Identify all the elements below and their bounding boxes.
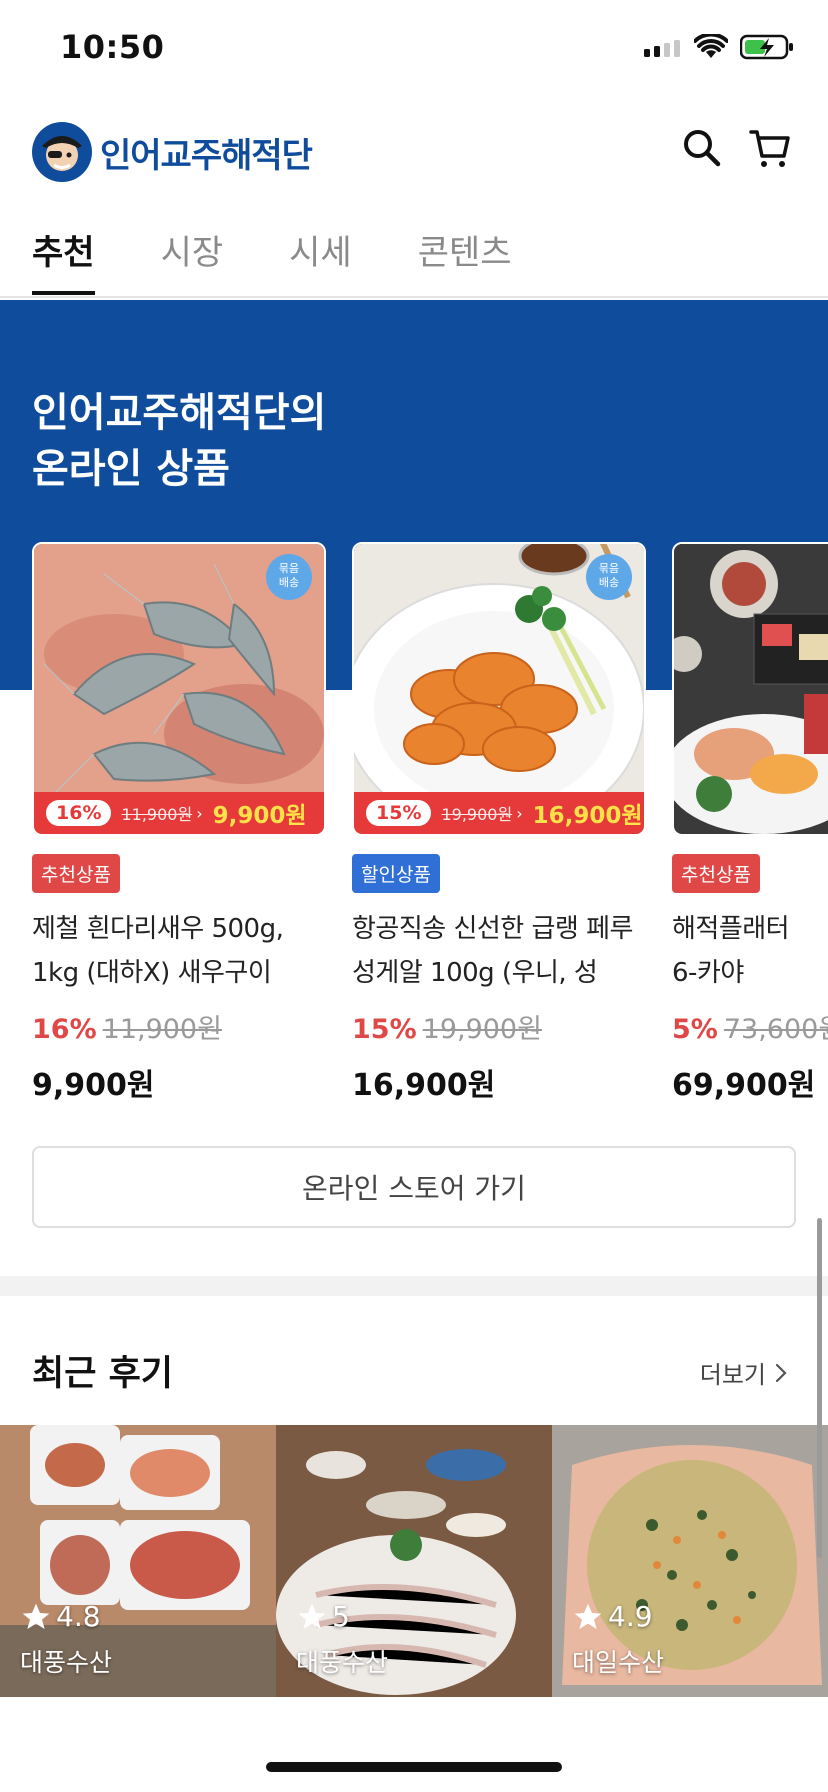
pirate-mascot-icon bbox=[32, 122, 92, 182]
product-tag: 추천상품 bbox=[672, 854, 760, 893]
section-divider bbox=[0, 1276, 828, 1296]
product-discount: 5%73,600원 bbox=[672, 1014, 828, 1045]
top-tabs: 추천 시장 시세 콘텐츠 bbox=[32, 225, 512, 295]
app-logo-text: 인어교주해적단 bbox=[100, 135, 313, 176]
review-store-name: 대일수산 bbox=[572, 1648, 665, 1677]
product-image-sea-urchin[interactable]: 묶음 배송 15% 19,900원 › 16,900원 bbox=[352, 542, 646, 836]
product-image-platter[interactable] bbox=[672, 542, 828, 836]
price-strip: 16% 11,900원 › 9,900원 bbox=[34, 792, 324, 834]
product-price: 69,900원 bbox=[672, 1068, 816, 1103]
review-card[interactable]: 4.8 대풍수산 bbox=[0, 1425, 276, 1697]
tab-contents[interactable]: 콘텐츠 bbox=[418, 225, 512, 293]
see-more-link[interactable]: 더보기 bbox=[700, 1355, 788, 1390]
product-card[interactable]: 묶음 배송 15% 19,900원 › 16,900원 할인상품 항공직송 신선한… bbox=[352, 542, 646, 1104]
product-tag: 할인상품 bbox=[352, 854, 440, 893]
chevron-right-icon bbox=[775, 1363, 787, 1382]
review-rating: 5 bbox=[296, 1600, 350, 1633]
product-name[interactable]: 항공직송 신선한 급랭 페루 성게알 100g (우니, 성 bbox=[352, 907, 652, 995]
cart-icon[interactable] bbox=[748, 126, 792, 170]
review-card[interactable]: 4.9 대일수산 bbox=[552, 1425, 828, 1697]
star-icon bbox=[298, 1603, 326, 1629]
product-tag: 추천상품 bbox=[32, 854, 120, 893]
home-indicator-area bbox=[0, 1720, 828, 1792]
arrow-icon: › bbox=[516, 803, 523, 823]
tab-recommend[interactable]: 추천 bbox=[32, 225, 95, 295]
cellular-signal-icon bbox=[644, 40, 680, 57]
product-discount: 16% 11,900원 bbox=[32, 1014, 222, 1045]
product-price: 9,900원 bbox=[32, 1068, 155, 1103]
product-image-shrimp[interactable]: 묶음 배송 16% 11,900원 › 9,900원 bbox=[32, 542, 326, 836]
product-discount: 15% 19,900원 bbox=[352, 1014, 542, 1045]
home-indicator[interactable] bbox=[266, 1762, 562, 1772]
banner-title: 인어교주해적단의 온라인 상품 bbox=[32, 390, 327, 492]
review-rating: 4.8 bbox=[20, 1600, 101, 1633]
product-card[interactable]: 묶음 배송 16% 11,900원 › 9,900원 추천상품 제철 흰다리새우 … bbox=[32, 542, 326, 1104]
app-logo[interactable]: 인어교주해적단 bbox=[32, 122, 313, 182]
star-icon bbox=[22, 1603, 50, 1629]
battery-charging-icon bbox=[740, 34, 793, 60]
scrollbar[interactable] bbox=[817, 1218, 822, 1558]
status-time: 10:50 bbox=[60, 28, 165, 66]
online-store-button[interactable]: 온라인 스토어 가기 bbox=[32, 1146, 796, 1228]
wifi-icon bbox=[694, 34, 728, 58]
price-strip: 15% 19,900원 › 16,900원 bbox=[354, 792, 644, 834]
tab-market[interactable]: 시장 bbox=[161, 225, 224, 293]
bundle-shipping-badge: 묶음 배송 bbox=[266, 554, 312, 600]
status-icons bbox=[644, 34, 794, 60]
star-icon bbox=[574, 1603, 602, 1629]
review-card[interactable]: 5 대풍수산 bbox=[276, 1425, 552, 1697]
search-icon[interactable] bbox=[680, 126, 724, 170]
review-store-name: 대풍수산 bbox=[20, 1648, 113, 1677]
review-store-name: 대풍수산 bbox=[296, 1648, 389, 1677]
tab-prices[interactable]: 시세 bbox=[289, 225, 352, 293]
product-name[interactable]: 제철 흰다리새우 500g, 1kg (대하X) 새우구이 bbox=[32, 907, 332, 995]
review-rating: 4.9 bbox=[572, 1600, 653, 1633]
tabs-divider bbox=[0, 296, 828, 298]
product-card[interactable]: 추천상품 해적플래터 6-카야 5%73,600원 69,900원 bbox=[672, 542, 828, 1104]
bundle-shipping-badge: 묶음 배송 bbox=[586, 554, 632, 600]
product-price: 16,900원 bbox=[352, 1068, 496, 1103]
recent-reviews-title: 최근 후기 bbox=[32, 1354, 173, 1394]
product-name[interactable]: 해적플래터 6-카야 bbox=[672, 907, 812, 995]
arrow-icon: › bbox=[196, 803, 203, 823]
